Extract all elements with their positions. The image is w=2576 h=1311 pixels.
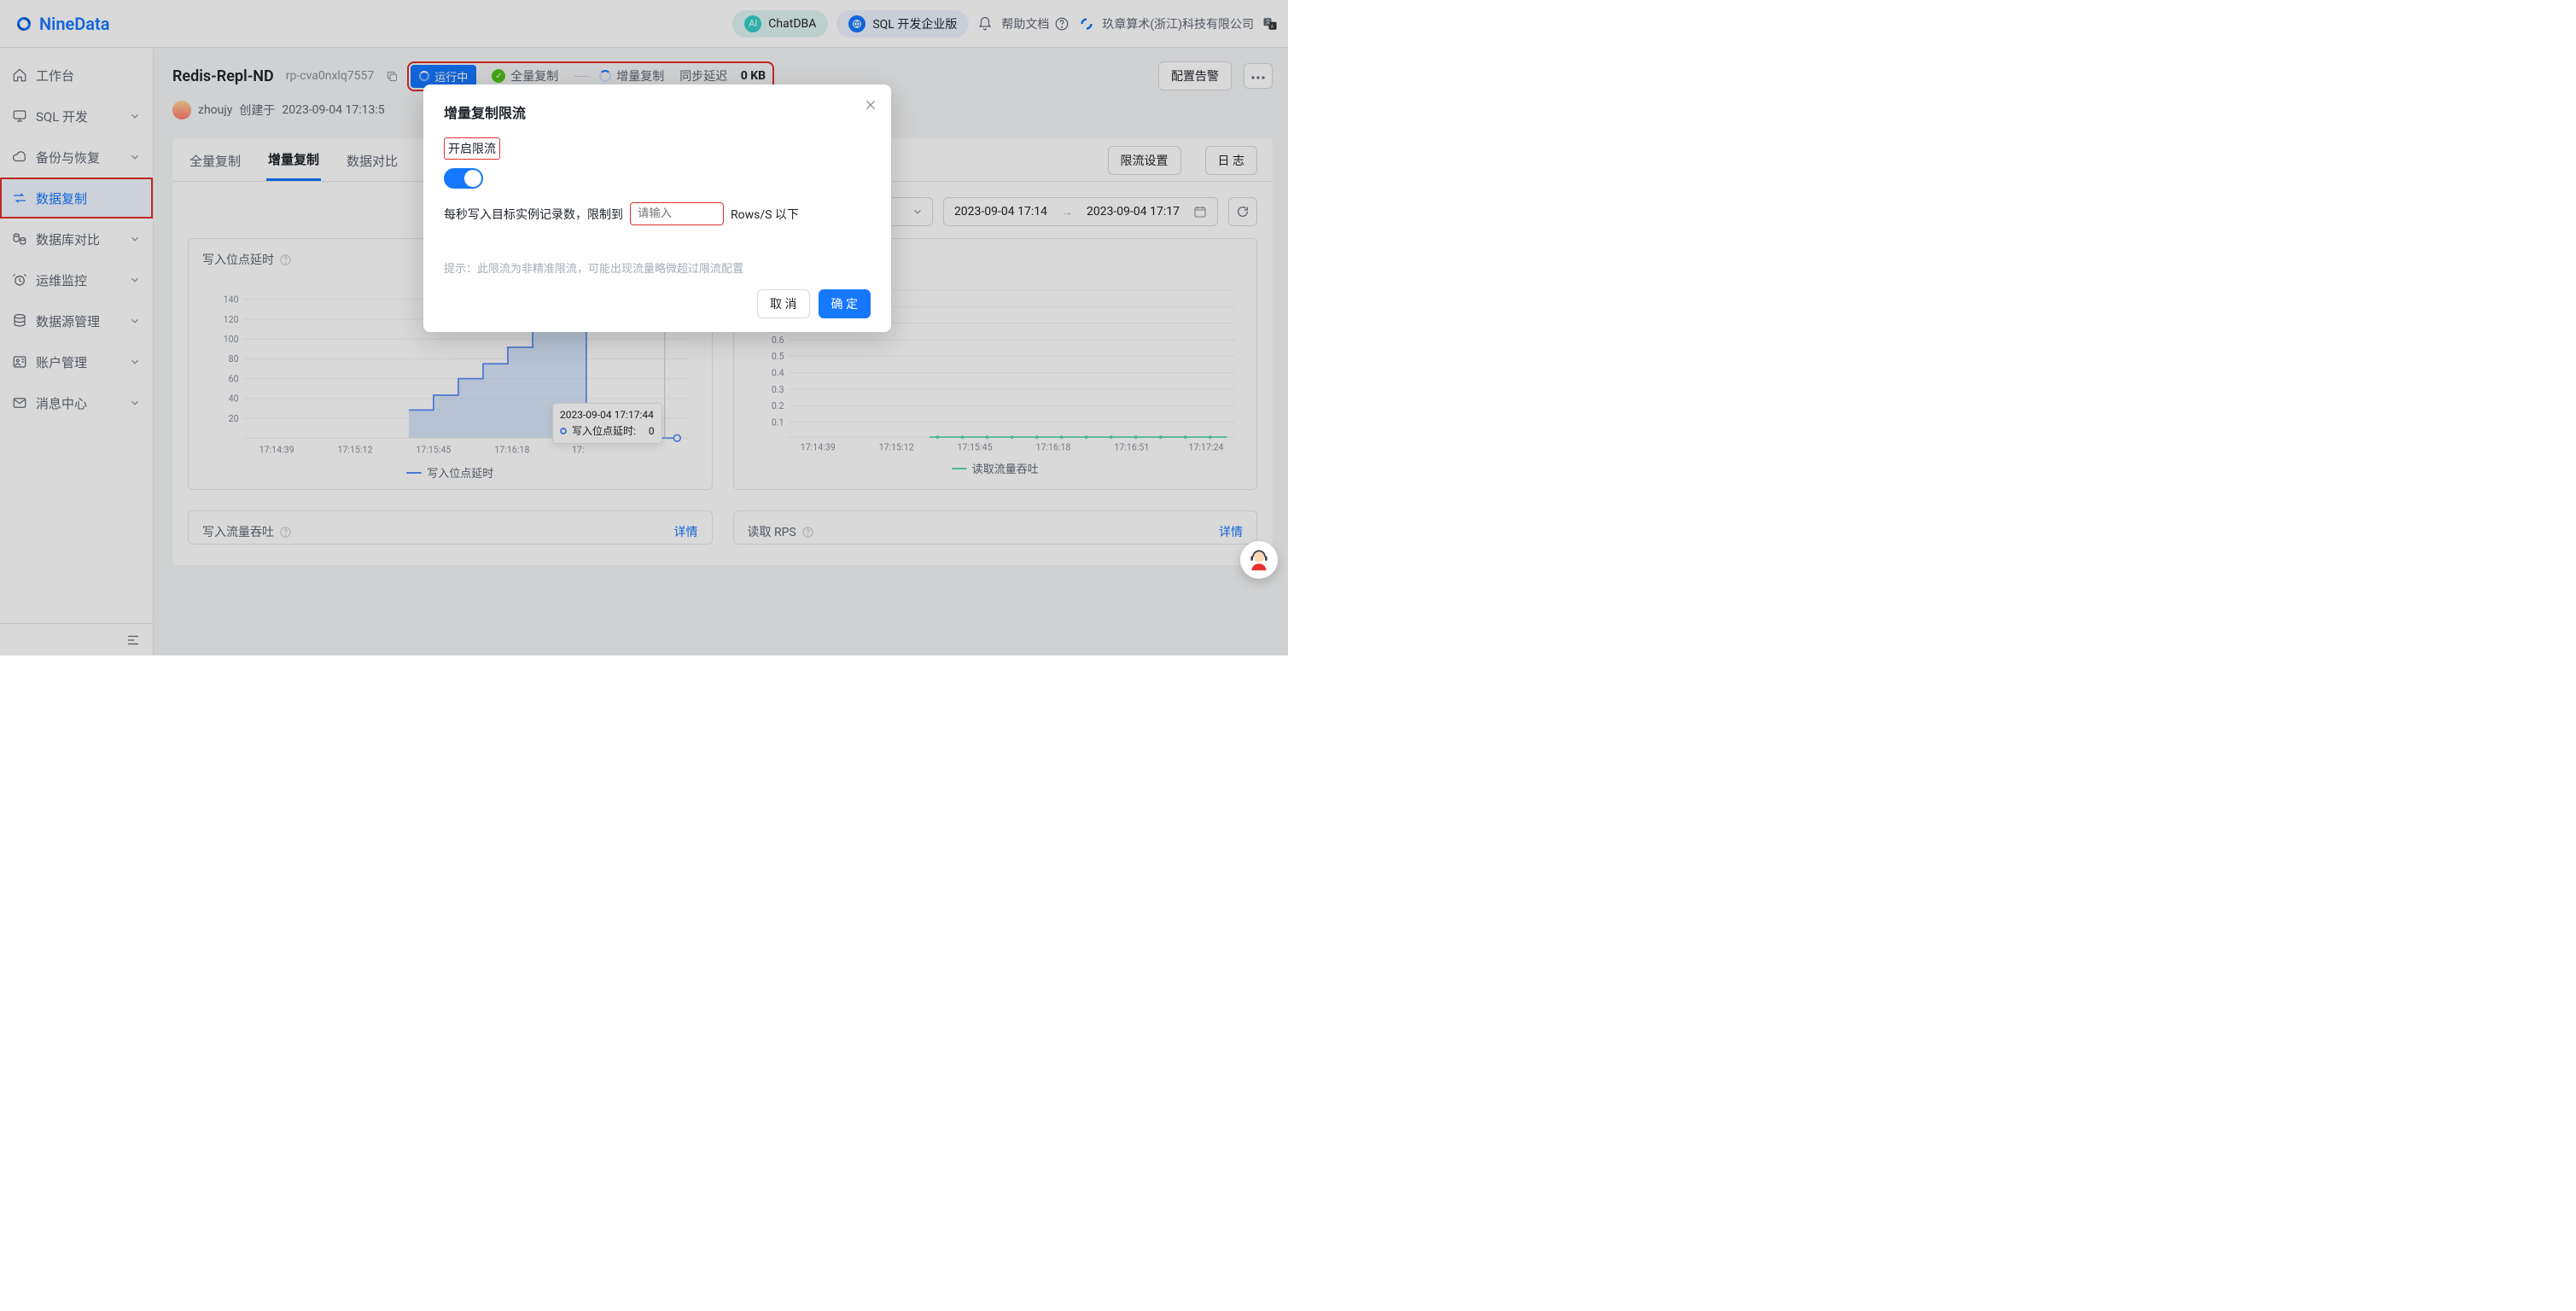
throttle-modal: 增量复制限流 开启限流 每秒写入目标实例记录数，限制到 Rows/S 以下 提示… (423, 84, 891, 332)
throttle-rows-input[interactable] (630, 202, 724, 225)
modal-close-button[interactable] (864, 98, 877, 116)
support-agent-icon (1247, 548, 1271, 572)
line-before: 每秒写入目标实例记录数，限制到 (444, 206, 623, 223)
cancel-button[interactable]: 取 消 (757, 289, 809, 318)
support-fab[interactable] (1240, 541, 1278, 579)
enable-throttle-label: 开启限流 (444, 137, 500, 160)
throttle-hint: 提示：此限流为非精准限流，可能出现流量略微超过限流配置 (444, 259, 871, 276)
ok-button[interactable]: 确 定 (819, 289, 871, 318)
close-icon (864, 98, 877, 112)
enable-throttle-switch[interactable] (444, 168, 483, 189)
modal-title: 增量复制限流 (444, 102, 871, 122)
line-after: Rows/S 以下 (731, 206, 799, 223)
throttle-config-line: 每秒写入目标实例记录数，限制到 Rows/S 以下 (444, 202, 871, 225)
